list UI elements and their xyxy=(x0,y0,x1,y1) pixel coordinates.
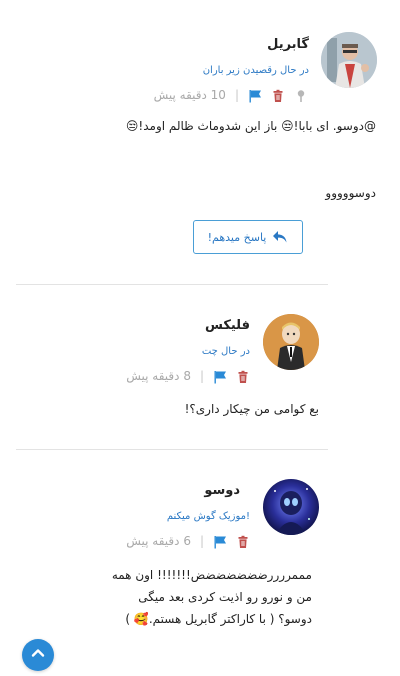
scroll-to-top-button[interactable] xyxy=(22,639,54,671)
flag-icon[interactable] xyxy=(248,88,262,103)
reply-icon xyxy=(272,230,288,244)
flag-icon[interactable] xyxy=(213,534,227,549)
comment-line: دوسو؟ ( با کاراکتر گابریل هستم.🥰 ) xyxy=(125,612,312,626)
comment-time: 6 دقیقه پیش xyxy=(126,534,191,548)
separator: | xyxy=(234,88,239,102)
comment-line: بع کوامی من چیکار داری؟! xyxy=(184,402,319,416)
trash-icon[interactable] xyxy=(271,88,285,102)
author-name[interactable]: دوسو xyxy=(204,483,240,498)
reply-button[interactable]: پاسخ میدهم! xyxy=(193,220,303,254)
chevron-up-icon xyxy=(30,645,46,665)
comment-line: مممررررضضضضضضض!!!!!!! اون همه xyxy=(111,568,312,582)
comment-text-2: دوسووووو xyxy=(325,182,376,204)
author-status: در حال چت xyxy=(201,346,250,357)
comment-text: بع کوامی من چیکار داری؟! xyxy=(185,398,319,420)
separator: | xyxy=(199,534,204,548)
comment-meta: | 8 دقیقه پیش xyxy=(126,368,250,384)
trash-icon[interactable] xyxy=(236,534,250,548)
comment-line: من و نورو رو اذیت کردی بعد میگی xyxy=(138,590,312,604)
trash-icon[interactable] xyxy=(236,369,250,383)
author-name[interactable]: فلیکس xyxy=(205,318,250,333)
comment-text: مممررررضضضضضضض!!!!!!! اون همه من و نورو … xyxy=(112,564,312,630)
author-status: موزیک گوش میکنم! xyxy=(166,511,250,522)
comment-text: @دوسو. ای بابا!😒 باز این شدوماث ظالم اوم… xyxy=(126,115,376,137)
divider xyxy=(16,449,328,450)
comment-time: 8 دقیقه پیش xyxy=(126,369,191,383)
flag-icon[interactable] xyxy=(213,369,227,384)
comment-time: 10 دقیقه پیش xyxy=(153,88,226,102)
avatar-doso[interactable] xyxy=(263,479,319,535)
avatar-felix[interactable] xyxy=(263,314,319,370)
comment-line: @دوسو. ای بابا!😒 باز این شدوماث ظالم اوم… xyxy=(125,119,376,133)
comment-meta: | 10 دقیقه پیش xyxy=(154,87,308,103)
comment-line: دوسووووو xyxy=(325,186,376,200)
pin-icon[interactable] xyxy=(294,88,308,102)
author-status: در حال رقصیدن زیر باران xyxy=(202,65,309,76)
reply-label: پاسخ میدهم! xyxy=(207,230,267,244)
author-name[interactable]: گابریل xyxy=(267,37,309,52)
comment-meta: | 6 دقیقه پیش xyxy=(126,533,250,549)
separator: | xyxy=(199,369,204,383)
divider xyxy=(16,284,328,285)
avatar-gabriel[interactable] xyxy=(321,32,377,88)
